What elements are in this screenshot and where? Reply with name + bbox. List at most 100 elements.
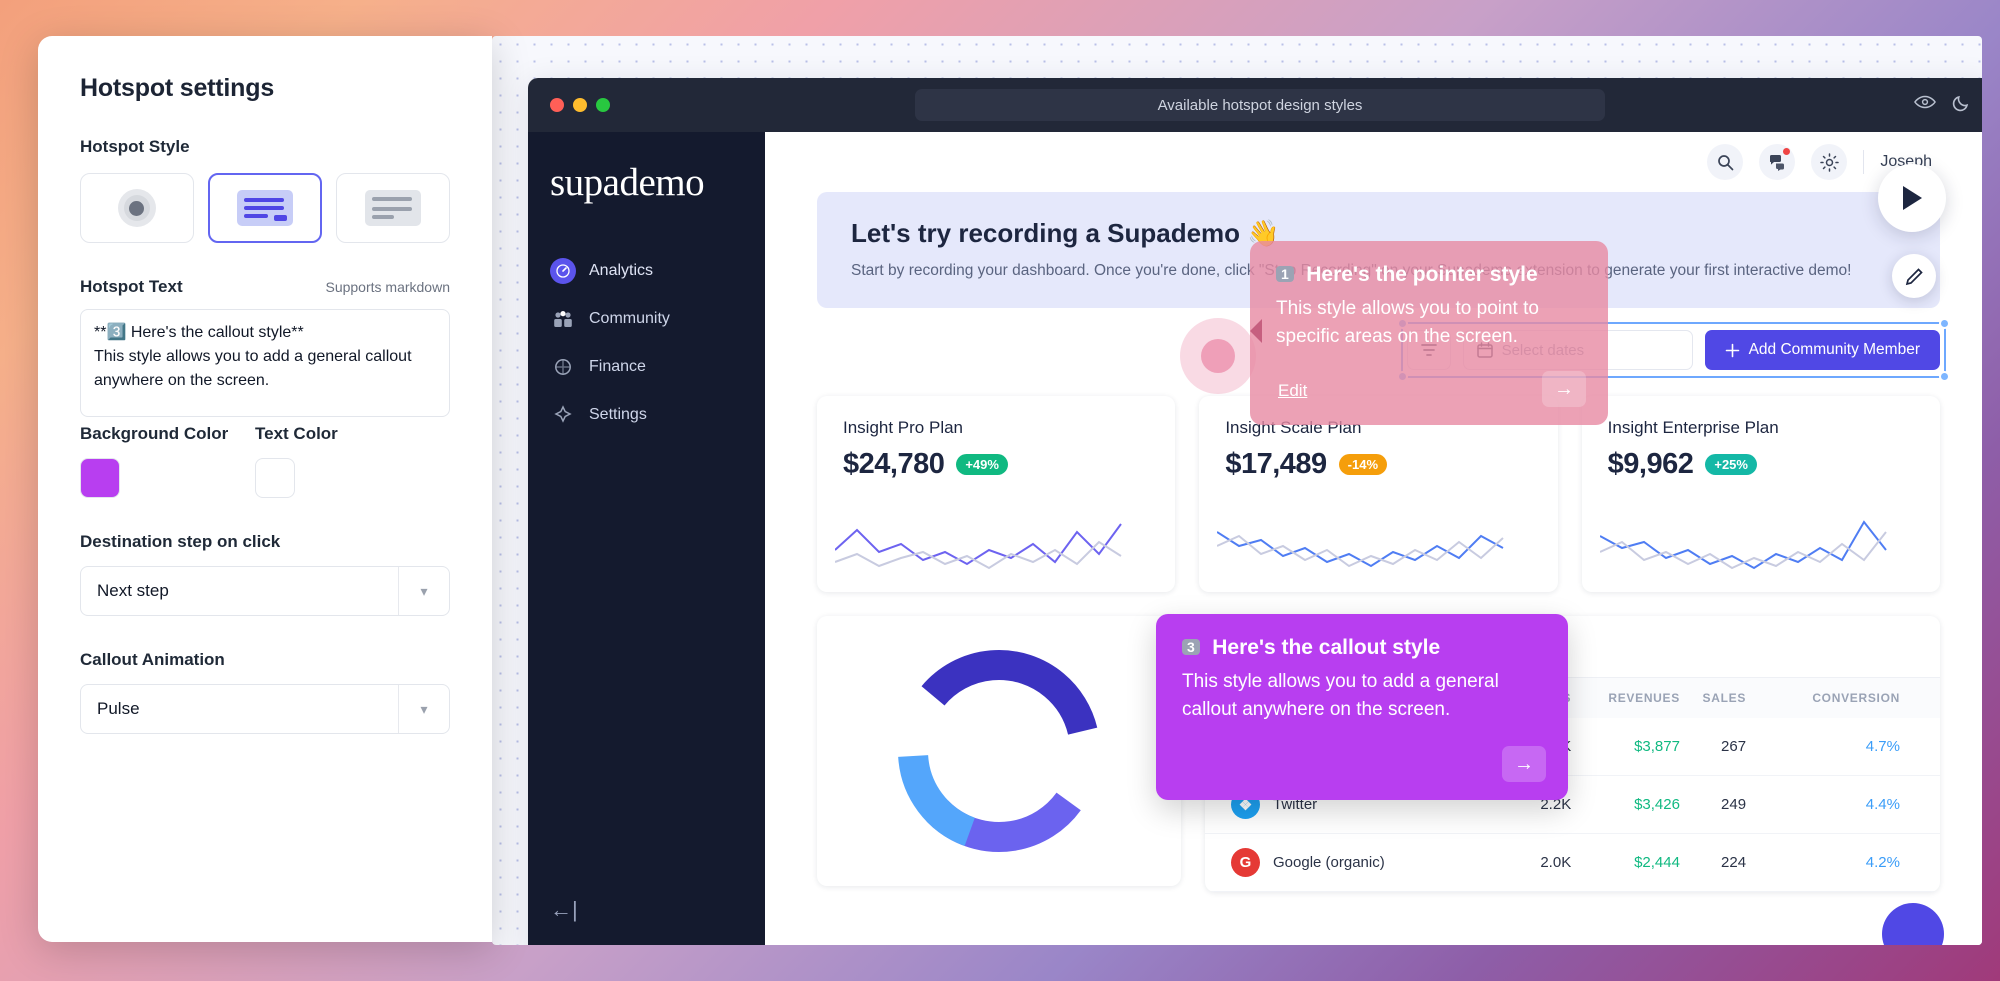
- supademo-logo: supademo: [550, 161, 705, 204]
- status-badge: +25%: [1705, 454, 1757, 476]
- style-option-callout[interactable]: [207, 173, 323, 243]
- hotspot-text-section: Hotspot Text Supports markdown **3️⃣ Her…: [80, 277, 450, 422]
- sidebar-item-label: Settings: [589, 406, 647, 423]
- help-fab[interactable]: [1882, 903, 1944, 945]
- stat-cards: Insight Pro Plan $24,780 +49% Insight Sc…: [817, 396, 1940, 593]
- chat-icon[interactable]: [1759, 144, 1796, 180]
- conversion-value: 4.2%: [1746, 833, 1940, 893]
- background-color-swatch[interactable]: [80, 458, 120, 498]
- color-section: Background Color Text Color: [80, 424, 450, 498]
- maximize-dot[interactable]: [596, 98, 610, 112]
- overlay-step-number: 3: [1182, 639, 1200, 655]
- settings-icon: [550, 402, 576, 428]
- browser-titlebar: Available hotspot design styles: [528, 78, 1982, 132]
- add-community-member-button[interactable]: Add Community Member: [1704, 330, 1940, 371]
- hotspot-style-options: [80, 173, 450, 243]
- column-header: SALES: [1679, 678, 1747, 719]
- divider: [1863, 150, 1865, 174]
- minimize-dot[interactable]: [573, 98, 587, 112]
- collapse-sidebar-icon[interactable]: ←|: [550, 897, 578, 923]
- destination-section: Destination step on click Next step ▾: [80, 532, 450, 616]
- hotspot-text-input[interactable]: **3️⃣ Here's the callout style** This st…: [80, 309, 450, 417]
- sidebar-item-analytics[interactable]: Analytics: [528, 247, 765, 295]
- hotspot-style-section: Hotspot Style: [80, 137, 450, 243]
- sparkline-chart: [835, 523, 1122, 570]
- sidebar-item-label: Analytics: [589, 262, 654, 279]
- overlay-step-number: 1: [1276, 266, 1294, 282]
- page-title: Hotspot settings: [80, 74, 275, 102]
- pointer-style-overlay: 1 Here's the pointer style This style al…: [1250, 241, 1608, 425]
- text-color-swatch[interactable]: [255, 458, 295, 498]
- sidebar-nav: Analytics Community Finance Settings: [528, 247, 765, 439]
- background-color-label: Background Color: [80, 424, 229, 443]
- conversion-value: 4.7%: [1746, 718, 1940, 777]
- hotspot-settings-panel: Hotspot settings Hotspot Style Hotspot T…: [38, 36, 492, 942]
- app-topbar: Joseph: [765, 132, 1982, 192]
- play-icon[interactable]: [1878, 164, 1946, 232]
- overlay-title: Here's the callout style: [1212, 636, 1441, 659]
- search-icon[interactable]: [1707, 144, 1744, 180]
- animation-select[interactable]: Pulse ▾: [80, 684, 450, 734]
- destination-value: Next step: [97, 581, 169, 600]
- animation-value: Pulse: [97, 699, 140, 718]
- window-controls[interactable]: [550, 98, 610, 112]
- sidebar-item-finance[interactable]: Finance: [528, 343, 765, 391]
- google-icon: G: [1231, 848, 1260, 878]
- animation-label: Callout Animation: [80, 650, 225, 669]
- stat-card: Insight Enterprise Plan $9,962 +25%: [1581, 396, 1940, 593]
- status-badge: -14%: [1338, 454, 1388, 476]
- titlebar-actions: [1914, 94, 1970, 117]
- moon-icon[interactable]: [1952, 94, 1970, 117]
- visitors-value: 2.0K: [1477, 833, 1572, 893]
- add-member-label: Add Community Member: [1748, 341, 1920, 359]
- chevron-down-icon: ▾: [420, 582, 428, 599]
- stat-card-value: $17,489: [1225, 448, 1327, 481]
- sales-value: 267: [1679, 718, 1747, 777]
- donut-chart-panel: [817, 616, 1181, 887]
- notification-badge: [1782, 147, 1792, 156]
- pencil-icon[interactable]: [1892, 254, 1936, 298]
- stat-card: Insight Scale Plan $17,489 -14%: [1199, 396, 1558, 593]
- table-row[interactable]: G Google (organic) 2.0K $2,444 224 4.2%: [1205, 833, 1940, 893]
- sidebar-item-label: Finance: [589, 358, 646, 375]
- browser-url-title[interactable]: Available hotspot design styles: [915, 89, 1605, 121]
- destination-select[interactable]: Next step ▾: [80, 566, 450, 616]
- stat-card: Insight Pro Plan $24,780 +49%: [817, 396, 1176, 593]
- revenues-value: $3,877: [1571, 718, 1680, 777]
- spotlight-icon: [117, 189, 156, 227]
- source-name: Google (organic): [1273, 854, 1385, 872]
- hotspot-text-label: Hotspot Text: [80, 277, 183, 296]
- analytics-icon: [550, 258, 576, 284]
- animation-section: Callout Animation Pulse ▾: [80, 650, 450, 734]
- callout-style-overlay: 3 Here's the callout style This style al…: [1156, 614, 1568, 800]
- hotspot-style-label: Hotspot Style: [80, 137, 190, 156]
- eye-icon[interactable]: [1914, 94, 1936, 117]
- sidebar-item-settings[interactable]: Settings: [528, 391, 765, 439]
- sidebar-item-community[interactable]: Community: [528, 295, 765, 343]
- browser-mockup: Available hotspot design styles supademo: [528, 78, 1982, 945]
- status-badge: +49%: [956, 454, 1008, 476]
- stat-card-value: $24,780: [843, 448, 945, 481]
- close-dot[interactable]: [550, 98, 564, 112]
- overlay-next-button[interactable]: →: [1542, 371, 1586, 407]
- finance-icon: [550, 354, 576, 380]
- style-option-spotlight[interactable]: [80, 173, 194, 243]
- sales-value: 224: [1679, 833, 1747, 893]
- style-option-custom-area[interactable]: [336, 173, 450, 243]
- sidebar-item-label: Community: [589, 310, 670, 327]
- community-icon: [550, 306, 576, 332]
- chevron-down-icon: ▾: [420, 700, 428, 717]
- stat-card-title: Insight Enterprise Plan: [1607, 418, 1779, 438]
- stat-card-title: Insight Pro Plan: [843, 418, 964, 438]
- brightness-icon[interactable]: [1811, 144, 1848, 180]
- plus-icon: [1725, 343, 1739, 358]
- sales-value: 249: [1679, 775, 1747, 835]
- overlay-edit-link[interactable]: Edit: [1278, 381, 1307, 400]
- overlay-body: This style allows you to add a general c…: [1182, 671, 1499, 720]
- app-sidebar: supademo Analytics Community Finance Set…: [528, 132, 765, 945]
- overlay-next-button[interactable]: →: [1502, 746, 1546, 782]
- column-header: REVENUES: [1571, 678, 1680, 719]
- text-color-label: Text Color: [255, 424, 338, 443]
- overlay-title: Here's the pointer style: [1306, 263, 1538, 286]
- revenues-value: $3,426: [1571, 775, 1680, 835]
